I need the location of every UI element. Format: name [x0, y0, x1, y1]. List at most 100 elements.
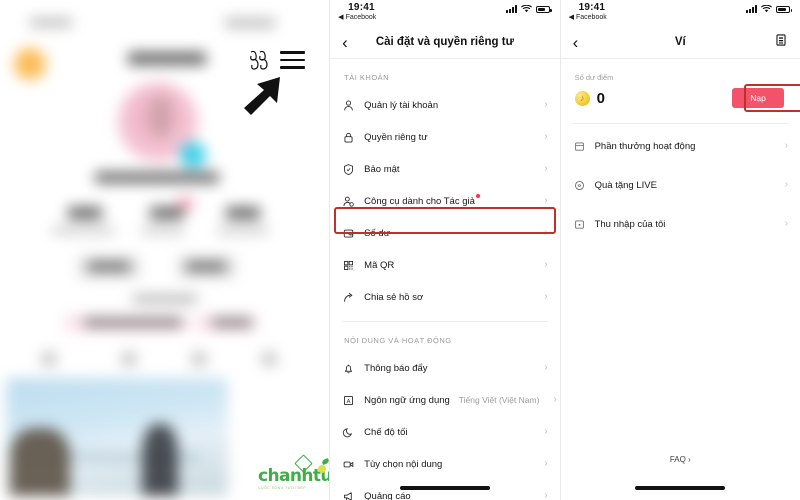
chevron-right-icon: › — [544, 362, 548, 373]
back-app-label: Facebook — [345, 14, 377, 21]
blur-stat-2 — [150, 207, 184, 219]
gift-box-icon — [573, 140, 586, 153]
chevron-right-icon: › — [544, 131, 548, 142]
blur-thumbnail-person-2 — [142, 424, 178, 496]
blur-stat-3 — [226, 207, 260, 219]
income-icon — [573, 218, 586, 231]
balance-label: Số dư điểm — [574, 73, 614, 82]
qr-code-icon — [342, 259, 355, 272]
watermark-subtext: CUỘC SỐNG TƯƠI ĐẸP — [258, 486, 307, 490]
blur-profile-name — [128, 52, 206, 65]
blur-avatar-badge — [180, 142, 206, 168]
blur-tab-4 — [262, 352, 276, 366]
back-app-label: Facebook — [575, 14, 607, 21]
status-indicators — [746, 5, 792, 13]
settings-row-push-notifications[interactable]: Thông báo đẩy › — [330, 352, 559, 384]
faq-link[interactable]: FAQ › — [561, 455, 800, 464]
back-triangle-icon: ◀ — [338, 14, 344, 21]
wallet-row-activity-rewards[interactable]: Phần thưởng hoạt động › — [561, 130, 800, 162]
settings-row-content-preferences[interactable]: Tùy chọn nội dung › — [330, 448, 559, 480]
settings-row-label: Số dư — [364, 227, 391, 239]
chevron-right-icon: › — [544, 490, 548, 500]
watermark-row: chanhtuoi — [258, 454, 330, 485]
chevron-right-icon: › — [784, 179, 788, 190]
settings-row-label: Công cụ dành cho Tác giả — [364, 193, 480, 207]
wallet-row-label: Phần thưởng hoạt động — [594, 140, 696, 152]
wallet-row-my-income[interactable]: Thu nhập của tôi › — [561, 208, 800, 240]
blur-tab-2 — [122, 352, 136, 366]
blur-button-text-2 — [186, 262, 226, 271]
wallet-divider — [572, 123, 788, 124]
section-header-content: NỘI DUNG VÀ HOẠT ĐỘNG — [344, 336, 452, 345]
person-icon — [342, 99, 355, 112]
blur-sun-graphic — [14, 48, 46, 80]
blur-bio — [133, 295, 197, 303]
back-button[interactable]: ‹ — [573, 34, 589, 51]
battery-icon — [776, 6, 792, 13]
hamburger-menu-icon[interactable] — [280, 51, 306, 69]
settings-row-label: Chế độ tối — [364, 426, 408, 438]
tiktok-coin-icon: ♪ — [574, 91, 590, 106]
three-phone-screenshots: chanhtuoi CUỘC SỐNG TƯƠI ĐẸP 19:41 ◀ Fac… — [0, 0, 800, 500]
settings-row-label: Quản lý tài khoản — [364, 99, 439, 111]
left-panel-profile: chanhtuoi CUỘC SỐNG TƯƠI ĐẸP — [0, 0, 330, 500]
wallet-icon — [342, 227, 355, 240]
megaphone-icon — [342, 490, 355, 500]
arrow-pointing-to-menu-icon — [244, 77, 280, 115]
svg-text:A: A — [347, 398, 351, 404]
chevron-right-icon: › — [544, 291, 548, 302]
wifi-icon — [520, 5, 532, 13]
page-title: Ví — [674, 36, 686, 48]
blur-stat-label-3 — [218, 227, 268, 234]
signal-icon — [505, 5, 517, 13]
blur-tab-1 — [42, 352, 56, 366]
settings-row-label: Mã QR — [364, 259, 395, 271]
balance-amount: 0 — [596, 90, 605, 107]
status-time: 19:41 — [348, 2, 375, 13]
topup-button[interactable]: Nạp — [732, 88, 784, 108]
document-list-icon[interactable] — [774, 33, 788, 52]
settings-row-share-profile[interactable]: Chia sẻ hồ sơ › — [330, 281, 559, 313]
chevron-right-icon: › — [544, 426, 548, 437]
chevron-right-icon: › — [544, 163, 548, 174]
hamburger-line-2 — [280, 58, 306, 62]
scribble-annotation — [250, 50, 268, 70]
status-back-to-app[interactable]: ◀ Facebook — [569, 14, 607, 21]
chevron-right-icon: › — [784, 140, 788, 151]
blur-tag-1 — [84, 318, 182, 327]
settings-row-creator-tools[interactable]: Công cụ dành cho Tác giả › — [330, 185, 559, 217]
settings-row-app-language[interactable]: A Ngôn ngữ ứng dụng Tiếng Việt (Việt Nam… — [330, 384, 559, 416]
settings-row-balance[interactable]: Số dư › — [330, 217, 559, 249]
settings-row-privacy[interactable]: Quyền riêng tư › — [330, 121, 559, 153]
back-button[interactable]: ‹ — [342, 34, 358, 51]
middle-panel-settings: 19:41 ◀ Facebook ‹ Cài đặt và quyền riên… — [329, 0, 560, 500]
settings-row-ads[interactable]: Quảng cáo › — [330, 480, 559, 500]
hamburger-line-3 — [280, 66, 306, 69]
section-header-account: TÀI KHOẢN — [344, 73, 390, 82]
navbar-wallet: ‹ Ví — [561, 26, 800, 58]
chevron-right-icon: › — [544, 259, 548, 270]
share-arrow-icon — [342, 291, 355, 304]
shield-icon — [342, 163, 355, 176]
status-bar-right: 19:41 ◀ Facebook — [561, 0, 800, 26]
blur-tag-2 — [212, 318, 252, 327]
battery-icon — [535, 6, 552, 13]
wallet-row-live-gifts[interactable]: Quà tặng LIVE › — [561, 169, 800, 201]
watermark-chanhtuoi: chanhtuoi CUỘC SỐNG TƯƠI ĐẸP — [258, 454, 330, 490]
chevron-right-icon: › — [544, 195, 548, 206]
moon-icon — [342, 426, 355, 439]
blur-top-right — [225, 18, 276, 28]
settings-row-security[interactable]: Bảo mật › — [330, 153, 559, 185]
settings-row-label: Quảng cáo — [364, 490, 411, 500]
bell-icon — [342, 362, 355, 375]
blur-stat-1 — [68, 207, 102, 219]
settings-row-account-manage[interactable]: Quản lý tài khoản › — [330, 89, 559, 121]
balance-display-row: ♪ 0 Nạp — [561, 82, 800, 112]
settings-row-qr-code[interactable]: Mã QR › — [330, 249, 559, 281]
settings-row-label: Tùy chọn nội dung — [364, 458, 443, 470]
status-back-to-app[interactable]: ◀ Facebook — [338, 14, 376, 21]
navbar-settings: ‹ Cài đặt và quyền riêng tư — [330, 26, 559, 58]
blur-stat-label-2 — [142, 227, 184, 234]
settings-row-dark-mode[interactable]: Chế độ tối › — [330, 416, 559, 448]
page-title: Cài đặt và quyền riêng tư — [375, 36, 514, 48]
